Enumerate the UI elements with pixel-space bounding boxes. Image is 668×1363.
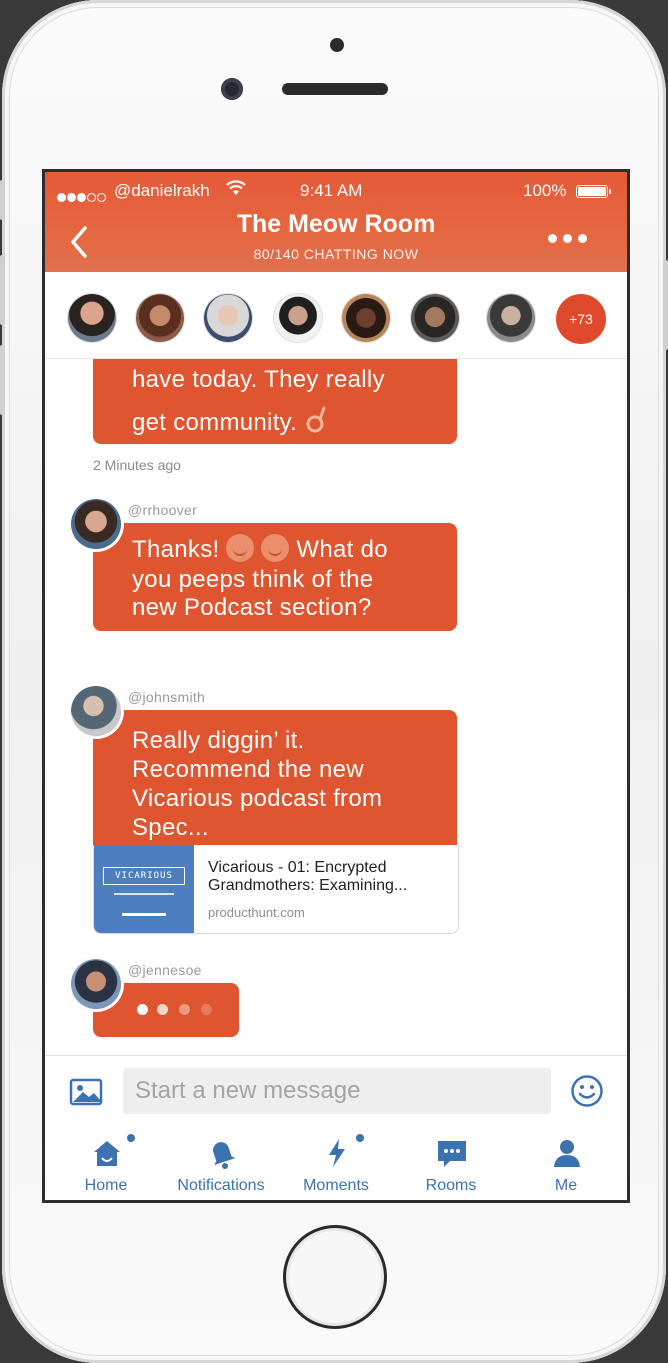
message-handle[interactable]: @johnsmith — [128, 689, 205, 705]
image-attach-icon[interactable] — [69, 1078, 103, 1106]
bell-icon — [213, 1142, 236, 1169]
participants-row: +73 — [45, 272, 627, 359]
tab-label: Rooms — [425, 1177, 477, 1194]
wifi-icon — [226, 180, 246, 195]
lightning-icon — [329, 1139, 345, 1167]
earpiece-speaker — [282, 83, 388, 95]
message-composer — [45, 1055, 627, 1128]
tab-moments[interactable]: Moments — [278, 1127, 394, 1200]
message-bubble[interactable]: Really diggin’ it. Recommend the new Vic… — [93, 710, 457, 846]
more-options-button[interactable] — [548, 230, 593, 248]
participant-avatar[interactable] — [342, 294, 390, 342]
battery-icon — [576, 185, 611, 198]
user-avatar[interactable] — [71, 499, 121, 549]
tab-me[interactable]: Me — [508, 1127, 624, 1200]
screen-bezel: @danielrakh 9:41 AM 100% The Meow Room 8… — [42, 169, 630, 1203]
tab-label: Home — [84, 1177, 128, 1194]
link-title: Vicarious - 01: Encrypted Grandmothers: … — [208, 859, 408, 894]
tab-label: Notifications — [177, 1177, 265, 1194]
tab-notifications[interactable]: Notifications — [163, 1127, 279, 1200]
participant-avatar[interactable] — [274, 294, 322, 342]
user-avatar[interactable] — [71, 686, 121, 736]
power-button — [663, 260, 668, 350]
status-bar: @danielrakh 9:41 AM 100% — [45, 180, 627, 203]
participant-avatar[interactable] — [411, 294, 459, 342]
link-domain: producthunt.com — [208, 905, 305, 920]
room-header: @danielrakh 9:41 AM 100% The Meow Room 8… — [45, 172, 627, 272]
room-subtitle: 80/140 CHATTING NOW — [253, 246, 419, 262]
message-handle[interactable]: @jennesoe — [128, 962, 202, 978]
tab-label: Moments — [303, 1177, 369, 1194]
tab-bar: Home Notifications Moments Rooms Me — [45, 1127, 627, 1200]
emoji-picker-icon[interactable] — [570, 1074, 604, 1108]
message-text: get community. — [132, 405, 330, 437]
message-timestamp: 2 Minutes ago — [93, 457, 181, 473]
home-badge-dot — [127, 1134, 135, 1142]
tab-label: Me — [554, 1177, 578, 1194]
message-bubble[interactable]: Thanks! What do you peeps think of the n… — [93, 523, 457, 631]
proximity-sensor — [330, 38, 344, 52]
link-preview-card[interactable]: VICARIOUS Vicarious - 01: Encrypted Gran… — [93, 845, 459, 934]
chat-thread: have today. They really get community. 2… — [45, 359, 627, 1055]
room-title: The Meow Room — [236, 210, 436, 238]
message-handle[interactable]: @rrhoover — [128, 502, 197, 518]
carrier-label: @danielrakh — [114, 181, 210, 200]
message-text: you peeps think of the — [132, 566, 374, 593]
participant-avatar[interactable] — [204, 294, 252, 342]
user-avatar[interactable] — [71, 959, 121, 1009]
volume-up-button — [0, 255, 5, 325]
participant-avatar[interactable] — [136, 294, 184, 342]
tab-rooms[interactable]: Rooms — [393, 1127, 509, 1200]
home-button[interactable] — [283, 1225, 387, 1329]
thumbnail-title: VICARIOUS — [103, 867, 185, 885]
link-thumbnail: VICARIOUS — [94, 845, 194, 933]
more-participants-badge[interactable]: +73 — [556, 294, 606, 344]
message-text: Thanks! What do — [132, 534, 388, 563]
participant-avatar[interactable] — [68, 294, 116, 342]
phone-frame: @danielrakh 9:41 AM 100% The Meow Room 8… — [0, 0, 668, 1363]
message-bubble[interactable]: have today. They really get community. — [93, 359, 457, 444]
smile-emoji-icon — [226, 534, 255, 562]
message-text: Really diggin’ it. Recommend the new Vic… — [132, 727, 383, 841]
person-icon — [554, 1140, 580, 1167]
signal-strength-icon — [57, 187, 107, 207]
smile-emoji-icon — [261, 534, 290, 562]
chat-bubble-icon — [438, 1141, 466, 1167]
battery-percent: 100% — [523, 181, 567, 200]
front-camera — [221, 78, 243, 100]
app-screen: @danielrakh 9:41 AM 100% The Meow Room 8… — [45, 172, 627, 1200]
ok-hand-emoji-icon — [306, 406, 326, 433]
message-input[interactable] — [123, 1068, 551, 1114]
volume-down-button — [0, 345, 5, 415]
message-text: have today. They really — [132, 366, 385, 393]
status-time: 9:41 AM — [300, 181, 363, 200]
mute-switch — [0, 180, 5, 220]
tab-home[interactable]: Home — [48, 1127, 164, 1200]
message-text: new Podcast section? — [132, 594, 372, 621]
home-icon — [94, 1141, 120, 1166]
participant-avatar[interactable] — [487, 294, 535, 342]
moments-badge-dot — [356, 1134, 364, 1142]
